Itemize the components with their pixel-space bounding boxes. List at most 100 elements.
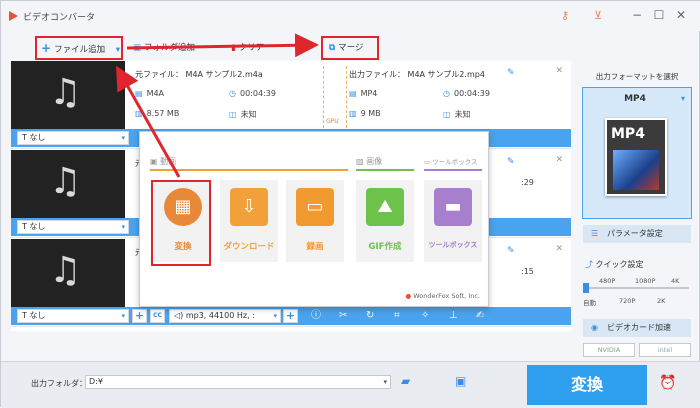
res-2k: 2K [657, 297, 666, 305]
audio-thumbnail: ♫ [11, 61, 125, 129]
gpu-acceleration-button[interactable]: ◉ ビデオカード加速 [583, 319, 691, 337]
video-section-line [150, 169, 348, 171]
clear-label: クリア [238, 43, 265, 53]
crop-icon[interactable]: ⌗ [394, 309, 400, 323]
output-folder-label: 出力フォルダ： [31, 379, 87, 388]
key-icon[interactable]: ⚷ [558, 9, 572, 23]
file-icon: ▥ [349, 109, 357, 118]
toolbox-icon: ▭ [424, 158, 433, 166]
remove-file-icon[interactable]: ✕ [555, 244, 563, 254]
alarm-clock-icon[interactable]: ⏰ [659, 375, 676, 391]
res-720p: 720P [619, 297, 636, 305]
intel-chip: intel [639, 343, 691, 357]
edit-icon[interactable]: ✎ [507, 68, 515, 78]
sliders-icon: ☰ [591, 229, 599, 238]
tile-toolbox[interactable]: ▬ ツールボックス [424, 180, 482, 262]
format-icon: ▤ [135, 89, 143, 98]
section-image: ▨ 画像 [356, 157, 383, 166]
info-icon[interactable]: ⓘ [311, 309, 321, 323]
app-logo [9, 11, 18, 21]
format-icon: ▤ [349, 89, 357, 98]
clear-button[interactable]: ▮ クリア [231, 37, 264, 59]
watermark-icon[interactable]: ⊥ [449, 309, 458, 323]
audio-thumbnail: ♫ [11, 150, 125, 218]
folder-icon[interactable]: ▰ [401, 374, 410, 388]
add-audio-button[interactable]: + [283, 309, 298, 323]
subtitle-select[interactable]: T なし ▾ [17, 309, 129, 323]
rotate-icon[interactable]: ↻ [366, 309, 374, 323]
resolution-icon: ◫ [443, 110, 451, 119]
edit-icon[interactable]: ✎ [507, 157, 515, 167]
clock-icon: ◷ [229, 89, 236, 98]
music-note-icon: ♫ [49, 72, 82, 113]
quality-slider[interactable] [585, 287, 689, 289]
chevron-down-icon: ▾ [121, 223, 125, 231]
maximize-icon[interactable]: ☐ [651, 7, 667, 23]
output-path-input[interactable]: D:¥ ▾ [85, 375, 391, 389]
toolbox-icon: ▬ [434, 188, 472, 226]
bottom-bar: 出力フォルダ： D:¥ ▾ ▰ ▣ 変換 ⏰ [1, 361, 700, 408]
chevron-down-icon: ▾ [273, 312, 277, 320]
minimize-icon[interactable]: − [629, 7, 645, 23]
format-panel: 出力フォーマットを選択 MP4 ▾ MP4 ☰ パラメータ設定 ⤴ クイック設定 … [579, 61, 695, 361]
highlight-add-file [35, 36, 123, 60]
tile-download-label: ダウンロード [223, 242, 275, 252]
nvidia-chip: NVIDIA [583, 343, 635, 357]
open-folder-icon[interactable]: ▣ [455, 374, 466, 388]
edit-icon[interactable]: ✎ [507, 246, 515, 256]
out-size: ▥ 9 MB [349, 109, 381, 118]
remove-file-icon[interactable]: ✕ [555, 155, 563, 165]
src-resolution: ◫ 未知 [229, 110, 257, 119]
format-panel-title: 出力フォーマットを選択 [595, 72, 679, 81]
cart-icon[interactable]: ⊻ [591, 9, 605, 23]
tile-gif[interactable]: ⛰ GIF作成 [356, 180, 414, 262]
remove-file-icon[interactable]: ✕ [555, 66, 563, 76]
res-auto: 自動 [583, 299, 596, 307]
add-subtitle-button[interactable]: + [132, 309, 147, 323]
src-duration: ◷ 00:04:39 [229, 89, 276, 98]
audio-thumbnail: ♫ [11, 239, 125, 307]
highlight-merge [321, 36, 379, 60]
convert-button[interactable]: 変換 [527, 365, 647, 405]
music-note-icon: ♫ [49, 250, 82, 291]
format-selector[interactable]: MP4 ▾ MP4 [582, 87, 692, 219]
title-bar: ビデオコンバータ ⚷ ⊻ − ☐ ✕ [1, 1, 700, 31]
quick-settings-label: ⤴ クイック設定 [585, 260, 644, 269]
tile-download[interactable]: ⇩ ダウンロード [220, 180, 278, 262]
format-icon-label: MP4 [611, 126, 645, 142]
speaker-icon: ◁) [174, 311, 186, 320]
resolution-icon: ◫ [229, 110, 237, 119]
slider-handle[interactable] [583, 283, 589, 293]
tile-record[interactable]: ▭ 録画 [286, 180, 344, 262]
source-filename: 元ファイル： M4A サンプル2.m4a [135, 70, 263, 79]
screen-record-icon: ▭ [296, 188, 334, 226]
image-section-line [356, 169, 414, 171]
gpu-label: GPU [326, 118, 339, 125]
tile-gif-label: GIF作成 [368, 242, 402, 252]
out-duration: :29 [521, 178, 534, 187]
format-thumbnail [613, 150, 659, 190]
add-folder-button[interactable]: ▣ フォルダ追加 [133, 37, 195, 59]
format-name: MP4 [624, 94, 646, 104]
video-icon: ▣ [150, 157, 161, 166]
res-4k: 4K [671, 277, 680, 285]
audio-track-select[interactable]: ◁) mp3, 44100 Hz, : ▾ [169, 309, 281, 323]
cc-icon[interactable]: CC [150, 309, 165, 323]
close-icon[interactable]: ✕ [673, 7, 689, 23]
chevron-down-icon: ▾ [121, 312, 125, 320]
src-format: ▤ M4A [135, 89, 165, 98]
out-format: ▤ MP4 [349, 89, 378, 98]
toolbox-section-line [424, 169, 482, 171]
output-filename: 出力ファイル： M4A サンプル2.mp4 [349, 70, 485, 79]
subtitle-select[interactable]: T なし ▾ [17, 220, 129, 234]
download-icon: ⇩ [230, 188, 268, 226]
parameter-settings-button[interactable]: ☰ パラメータ設定 [583, 225, 691, 243]
subtitle-select[interactable]: T なし ▾ [17, 131, 129, 145]
scissors-icon[interactable]: ✂ [339, 309, 347, 323]
file-icon: ▥ [135, 109, 143, 118]
edit-subtitle-icon[interactable]: ✍ [476, 309, 484, 323]
effects-icon[interactable]: ✧ [421, 309, 429, 323]
app-title: ビデオコンバータ [23, 13, 96, 23]
res-1080p: 1080P [635, 277, 656, 285]
folder-plus-icon: ▣ [133, 43, 142, 53]
